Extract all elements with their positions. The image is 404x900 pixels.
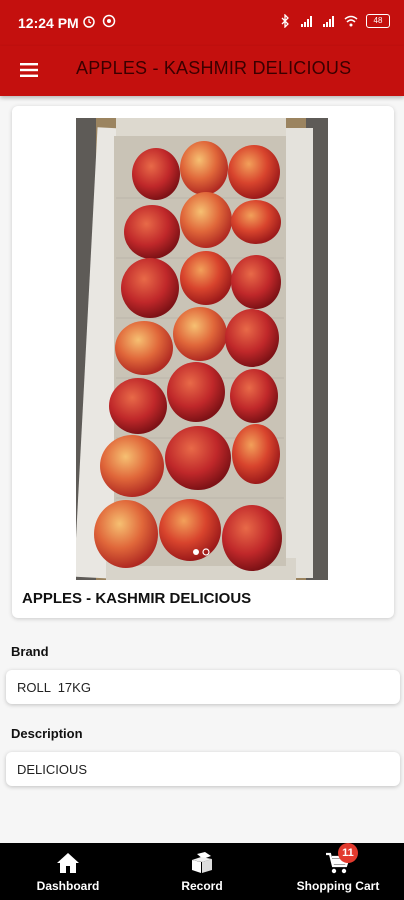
status-icons-right: 48 (278, 14, 390, 28)
app-bar: APPLES - KASHMIR DELICIOUS (0, 46, 404, 96)
status-time: 12:24 PM (18, 15, 79, 31)
brand-value: ROLL 17KG (17, 680, 91, 695)
product-image[interactable] (76, 118, 328, 580)
wifi-icon (344, 15, 358, 27)
bottom-navigation: Dashboard Record 11 Shopping Cart (0, 843, 404, 900)
battery-icon: 48 (366, 14, 390, 28)
product-title: APPLES - KASHMIR DELICIOUS (22, 590, 252, 607)
hamburger-menu-icon[interactable] (18, 58, 42, 82)
signal-icon (301, 16, 312, 27)
description-label: Description (11, 726, 83, 741)
status-bar: 12:24 PM 48 (0, 0, 404, 46)
home-icon (57, 853, 79, 873)
status-icons-left (82, 14, 116, 28)
nav-shopping-cart[interactable]: 11 Shopping Cart (286, 843, 390, 900)
page-title: APPLES - KASHMIR DELICIOUS (76, 58, 352, 78)
cart-count-badge: 11 (338, 843, 358, 863)
signal-icon (323, 16, 334, 27)
boxes-icon (192, 852, 212, 873)
apple-crate-illustration (76, 118, 328, 580)
nav-dashboard-label: Dashboard (36, 879, 100, 893)
description-value: DELICIOUS (17, 762, 88, 777)
nav-record-label: Record (181, 879, 223, 893)
brand-field: ROLL 17KG (6, 670, 400, 704)
carousel-dot-active[interactable] (193, 549, 199, 555)
product-card: APPLES - KASHMIR DELICIOUS (12, 106, 394, 618)
bluetooth-icon (281, 14, 289, 28)
nav-record[interactable]: Record (156, 843, 248, 900)
nav-shopping-cart-label: Shopping Cart (296, 879, 380, 893)
description-field: DELICIOUS (6, 752, 400, 786)
headset-icon (102, 14, 116, 28)
brand-label: Brand (11, 644, 49, 659)
battery-level: 48 (373, 16, 383, 25)
alarm-icon (83, 16, 95, 28)
nav-dashboard[interactable]: Dashboard (20, 843, 116, 900)
